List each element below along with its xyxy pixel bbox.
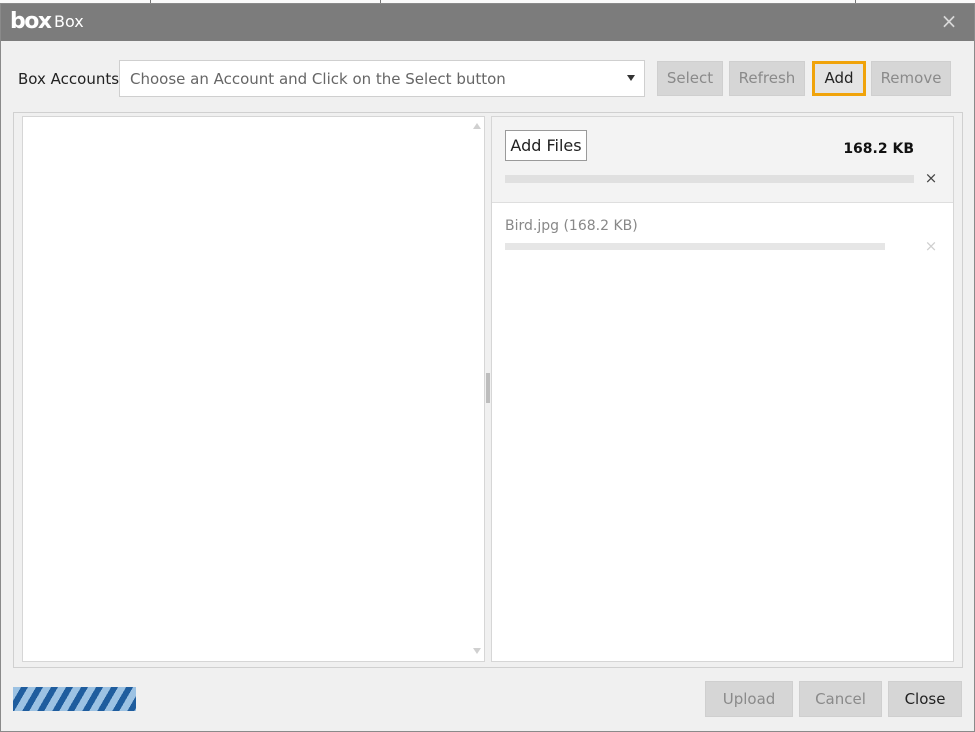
scroll-up-arrow-icon[interactable] — [473, 123, 481, 129]
add-files-button[interactable]: Add Files — [505, 130, 587, 161]
file-progress-bar — [505, 243, 885, 250]
close-icon[interactable]: × — [938, 10, 960, 32]
scroll-down-arrow-icon[interactable] — [473, 648, 481, 654]
upload-button[interactable]: Upload — [705, 681, 793, 717]
dropdown-selected-value: Choose an Account and Click on the Selec… — [130, 70, 506, 88]
total-progress-bar — [505, 175, 914, 183]
close-button[interactable]: Close — [888, 681, 962, 717]
cancel-button[interactable]: Cancel — [799, 681, 882, 717]
box-accounts-dropdown[interactable]: Choose an Account and Click on the Selec… — [119, 60, 645, 97]
chevron-down-icon — [627, 75, 635, 81]
file-name-label: Bird.jpg (168.2 KB) — [505, 218, 638, 234]
pane-splitter-handle[interactable] — [486, 373, 490, 403]
activity-indicator — [13, 687, 136, 711]
title-bar: box Box × — [1, 4, 974, 41]
folder-tree-pane[interactable] — [22, 116, 485, 662]
total-size-label: 168.2 KB — [843, 141, 914, 157]
window-title: Box — [54, 12, 84, 31]
add-button[interactable]: Add — [812, 61, 866, 96]
box-logo: box — [10, 9, 52, 34]
remove-file-icon[interactable]: × — [924, 237, 938, 255]
box-accounts-label: Box Accounts — [18, 70, 120, 88]
remove-button[interactable]: Remove — [871, 61, 951, 96]
upload-queue-header: Add Files 168.2 KB × — [492, 117, 953, 203]
clear-all-icon[interactable]: × — [924, 169, 938, 187]
refresh-button[interactable]: Refresh — [729, 61, 805, 96]
upload-queue-pane: Add Files 168.2 KB × Bird.jpg (168.2 KB)… — [491, 116, 954, 662]
select-button[interactable]: Select — [657, 61, 723, 96]
